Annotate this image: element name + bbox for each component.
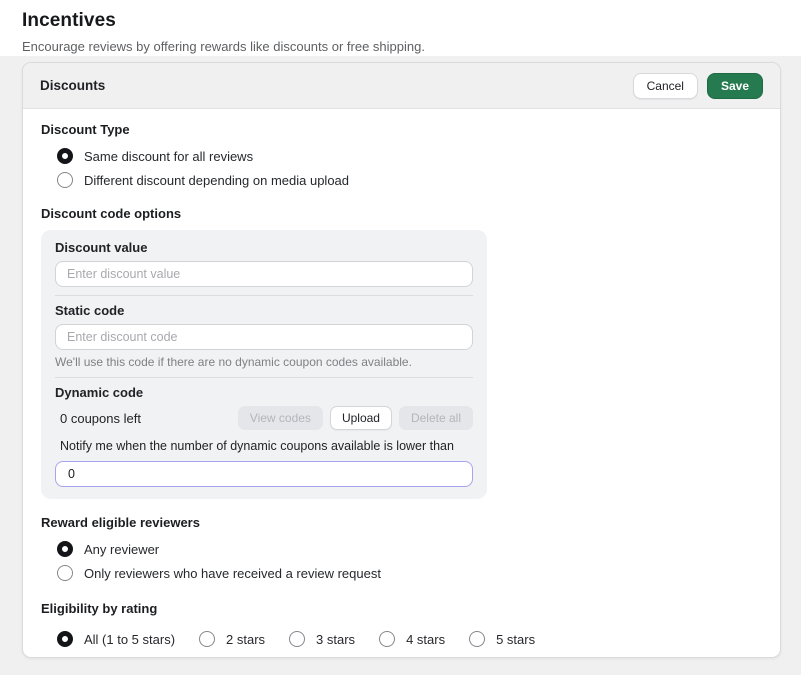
radio-option-2-stars[interactable]: 2 stars xyxy=(199,627,265,651)
radio-option-label: Same discount for all reviews xyxy=(84,149,253,164)
radio-selected-icon[interactable] xyxy=(57,541,73,557)
notify-threshold-label: Notify me when the number of dynamic cou… xyxy=(55,439,473,454)
radio-option-any-reviewer[interactable]: Any reviewer xyxy=(57,537,762,561)
discounts-card: Discounts Cancel Save Discount Type Same… xyxy=(22,62,781,658)
radio-unselected-icon[interactable] xyxy=(199,631,215,647)
radio-option-same-discount[interactable]: Same discount for all reviews xyxy=(57,144,762,168)
radio-option-label: Only reviewers who have received a revie… xyxy=(84,566,381,581)
delete-all-button: Delete all xyxy=(399,406,473,430)
discount-type-label: Discount Type xyxy=(41,122,762,138)
radio-option-label: 4 stars xyxy=(406,632,445,647)
radio-option-3-stars[interactable]: 3 stars xyxy=(289,627,355,651)
eligibility-rating-label: Eligibility by rating xyxy=(41,601,762,617)
dynamic-code-buttons: View codes Upload Delete all xyxy=(238,406,473,430)
discount-code-options-panel: Discount value Static code We'll use thi… xyxy=(41,230,487,499)
static-code-helper: We'll use this code if there are no dyna… xyxy=(55,355,473,369)
radio-option-4-stars[interactable]: 4 stars xyxy=(379,627,445,651)
radio-option-label: All (1 to 5 stars) xyxy=(84,632,175,647)
notify-threshold-input[interactable] xyxy=(55,461,473,487)
header-actions: Cancel Save xyxy=(633,73,763,99)
radio-option-label: Different discount depending on media up… xyxy=(84,173,349,188)
radio-option-requested-reviewers[interactable]: Only reviewers who have received a revie… xyxy=(57,561,762,585)
radio-option-label: 2 stars xyxy=(226,632,265,647)
radio-selected-icon[interactable] xyxy=(57,631,73,647)
radio-option-all-stars[interactable]: All (1 to 5 stars) xyxy=(57,627,175,651)
radio-option-5-stars[interactable]: 5 stars xyxy=(469,627,535,651)
radio-unselected-icon[interactable] xyxy=(379,631,395,647)
radio-unselected-icon[interactable] xyxy=(469,631,485,647)
radio-option-label: 5 stars xyxy=(496,632,535,647)
card-title: Discounts xyxy=(40,78,105,93)
page-subtitle: Encourage reviews by offering rewards li… xyxy=(22,39,425,54)
discount-code-options-label: Discount code options xyxy=(41,206,762,222)
page-title: Incentives xyxy=(22,10,425,32)
static-code-label: Static code xyxy=(55,303,473,318)
radio-option-different-discount[interactable]: Different discount depending on media up… xyxy=(57,168,762,192)
page-header: Incentives Encourage reviews by offering… xyxy=(22,0,425,54)
divider xyxy=(55,295,473,296)
radio-option-label: 3 stars xyxy=(316,632,355,647)
radio-unselected-icon[interactable] xyxy=(57,565,73,581)
coupons-left-text: 0 coupons left xyxy=(55,411,141,426)
discount-value-input[interactable] xyxy=(55,261,473,287)
card-header: Discounts Cancel Save xyxy=(23,63,780,109)
card-body: Discount Type Same discount for all revi… xyxy=(23,109,780,651)
eligibility-rating-section: Eligibility by rating All (1 to 5 stars)… xyxy=(41,601,762,651)
rating-radio-group: All (1 to 5 stars) 2 stars 3 stars 4 sta… xyxy=(57,627,762,651)
radio-unselected-icon[interactable] xyxy=(289,631,305,647)
static-code-input[interactable] xyxy=(55,324,473,350)
radio-unselected-icon[interactable] xyxy=(57,172,73,188)
dynamic-code-row: 0 coupons left View codes Upload Delete … xyxy=(55,406,473,430)
reward-eligible-section: Reward eligible reviewers Any reviewer O… xyxy=(41,515,762,585)
radio-selected-icon[interactable] xyxy=(57,148,73,164)
save-button[interactable]: Save xyxy=(707,73,763,99)
dynamic-code-label: Dynamic code xyxy=(55,385,473,400)
divider xyxy=(55,377,473,378)
reward-eligible-label: Reward eligible reviewers xyxy=(41,515,762,531)
cancel-button[interactable]: Cancel xyxy=(633,73,698,99)
discount-type-section: Discount Type Same discount for all revi… xyxy=(41,122,762,192)
discount-value-label: Discount value xyxy=(55,240,473,255)
radio-option-label: Any reviewer xyxy=(84,542,159,557)
upload-button[interactable]: Upload xyxy=(330,406,392,430)
view-codes-button: View codes xyxy=(238,406,323,430)
